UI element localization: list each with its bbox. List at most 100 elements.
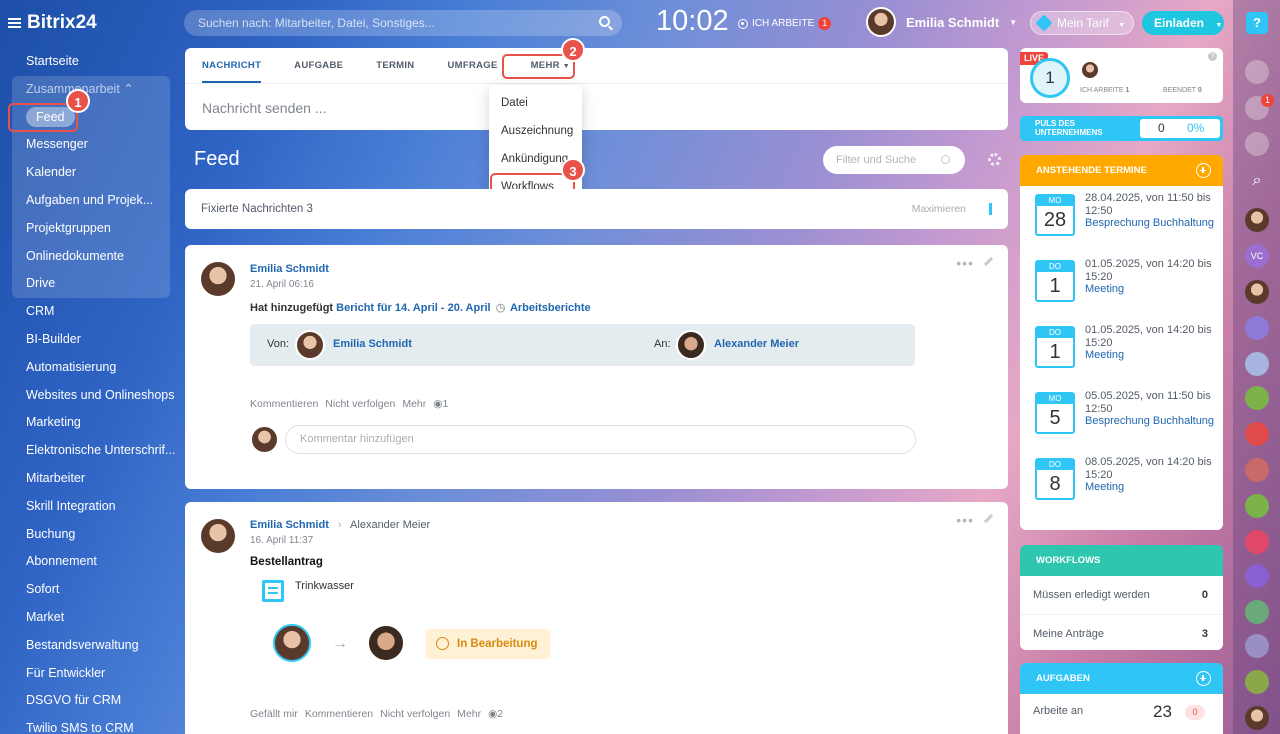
sidebar-item-sofort[interactable]: Sofort [0,576,176,604]
sidebar-item-websites[interactable]: Websites und Onlineshops [0,382,176,410]
report-link[interactable]: Bericht für 14. April - 20. April [336,302,490,314]
sidebar-item-mitarbeiter[interactable]: Mitarbeiter [0,465,176,493]
app-logo[interactable]: Bitrix24 [8,12,97,34]
avatar[interactable] [1245,280,1269,304]
sidebar-item-onlinedokumente[interactable]: Onlinedokumente [0,243,176,271]
post-date[interactable]: 21. April 06:16 [250,279,314,290]
tab-termin[interactable]: TERMIN [376,48,414,83]
lock-icon[interactable] [1245,386,1269,410]
sidebar-item-abonnement[interactable]: Abonnement [0,548,176,576]
lock-icon[interactable] [1245,422,1269,446]
help-icon[interactable]: ? [1246,12,1268,34]
sidebar-item-kalender[interactable]: Kalender [0,159,176,187]
sidebar-item-market[interactable]: Market [0,604,176,632]
contact-card-icon[interactable] [1245,530,1269,554]
event-item[interactable]: DO 1 01.05.2025, von 14:20 bis 15:20 Meeti… [1020,318,1223,384]
search-icon[interactable]: ⌕ [1245,172,1269,196]
gear-icon[interactable] [988,153,1001,166]
sidebar-item-marketing[interactable]: Marketing [0,409,176,437]
sidebar-item-aufgaben[interactable]: Aufgaben und Projek... [0,187,176,215]
comment-input[interactable]: Kommentar hinzufügen [285,425,916,454]
more-icon[interactable]: ••• [956,512,974,528]
event-title[interactable]: Besprechung Buchhaltung [1085,415,1217,428]
sidebar-item-drive[interactable]: Drive [0,270,176,298]
chat-group-icon[interactable] [1245,352,1269,376]
post-author[interactable]: Emilia Schmidt [250,263,329,275]
menu-item-datei[interactable]: Datei [489,89,582,117]
sidebar-item-bestandsverwaltung[interactable]: Bestandsverwaltung [0,632,176,660]
wf-row[interactable]: Müssen erledigt werden 0 [1020,576,1223,614]
like-link[interactable]: Gefällt mir [250,708,298,720]
message-input[interactable]: Nachricht senden ... [185,84,1008,116]
work-status[interactable]: ICH ARBEITE 1 [738,17,832,30]
sidebar-item-crm[interactable]: CRM [0,298,176,326]
sidebar-item-startseite[interactable]: Startseite [0,48,176,76]
pin-icon[interactable] [983,513,999,529]
event-title[interactable]: Meeting [1085,481,1217,494]
comment-link[interactable]: Kommentieren [305,708,373,720]
pin-icon[interactable] [983,256,999,272]
sidebar-item-twilio[interactable]: Twilio SMS to CRM [0,715,176,734]
tab-umfrage[interactable]: UMFRAGE [447,48,497,83]
post-author[interactable]: Emilia Schmidt [250,519,329,531]
lock-icon[interactable] [1245,494,1269,518]
sidebar-item-bi-builder[interactable]: BI-Builder [0,326,176,354]
event-title[interactable]: Meeting [1085,349,1217,362]
bookmark-icon[interactable] [1245,316,1269,340]
event-item[interactable]: DO 8 08.05.2025, von 14:20 bis 15:20 Meeti… [1020,450,1223,516]
target-icon[interactable] [1245,60,1269,84]
vc-avatar[interactable]: VC [1245,244,1269,268]
post-date[interactable]: 16. April 11:37 [250,535,313,546]
avatar[interactable] [1245,208,1269,232]
sidebar-item-skrill[interactable]: Skrill Integration [0,493,176,521]
sidebar-item-entwickler[interactable]: Für Entwickler [0,660,176,688]
more-link[interactable]: Mehr [457,708,481,720]
chat-icon[interactable] [1245,132,1269,156]
sidebar-item-buchung[interactable]: Buchung [0,521,176,549]
filter-input[interactable]: Filter und Suche [823,146,965,174]
user-menu[interactable]: Emilia Schmidt ▼ [866,7,1017,37]
sidebar-item-automatisierung[interactable]: Automatisierung [0,354,176,382]
search-input[interactable]: Suchen nach: Mitarbeiter, Datei, Sonstig… [184,10,622,36]
pin-icon[interactable] [989,203,992,215]
pulse-widget[interactable]: LIVE 1 ICH ARBEITE 1 BEENDET 0 ? [1020,48,1223,103]
event-item[interactable]: MO 28 28.04.2025, von 11:50 bis 12:50 Besp… [1020,186,1223,252]
unfollow-link[interactable]: Nicht verfolgen [325,398,395,410]
checkbox-icon[interactable] [1245,670,1269,694]
tab-aufgabe[interactable]: AUFGABE [294,48,343,83]
lock-icon[interactable] [1245,564,1269,588]
event-item[interactable]: DO 1 01.05.2025, von 14:20 bis 15:20 Meeti… [1020,252,1223,318]
event-item[interactable]: MO 5 05.05.2025, von 11:50 bis 12:50 Bespr… [1020,384,1223,450]
menu-item-auszeichnung[interactable]: Auszeichnung [489,117,582,145]
category-link[interactable]: Arbeitsberichte [510,302,591,314]
sidebar-item-messenger[interactable]: Messenger [0,131,176,159]
more-icon[interactable]: ••• [956,255,974,271]
avatar[interactable] [1245,706,1269,730]
pinned-messages[interactable]: Fixierte Nachrichten 3 Maximieren [185,189,1008,229]
wf-row[interactable]: Meine Anträge 3 [1020,614,1223,652]
to-name[interactable]: Alexander Meier [714,338,799,350]
more-link[interactable]: Mehr [402,398,426,410]
invite-button[interactable]: Einladen ▼ [1142,11,1224,35]
lock-icon[interactable] [1245,600,1269,624]
event-title[interactable]: Besprechung Buchhaltung [1085,217,1217,230]
sidebar-item-unterschrift[interactable]: Elektronische Unterschrif... [0,437,176,465]
sidebar-item-projektgruppen[interactable]: Projektgruppen [0,215,176,243]
add-event-icon[interactable] [1196,163,1211,178]
post-recipient[interactable]: Alexander Meier [350,519,430,531]
menu-icon[interactable] [8,18,21,28]
help-icon[interactable]: ? [1208,52,1217,61]
lock-icon[interactable] [1245,458,1269,482]
comment-link[interactable]: Kommentieren [250,398,318,410]
add-task-icon[interactable] [1196,671,1211,686]
maximize-link[interactable]: Maximieren [912,189,966,229]
tab-nachricht[interactable]: NACHRICHT [202,48,262,83]
from-name[interactable]: Emilia Schmidt [333,338,412,350]
event-title[interactable]: Meeting [1085,283,1217,296]
task-label[interactable]: Arbeite an [1033,705,1083,717]
group-icon[interactable] [1245,634,1269,658]
tarif-button[interactable]: Mein Tarif ▼ [1030,11,1134,35]
sidebar-item-dsgvo[interactable]: DSGVO für CRM [0,687,176,715]
pulse-bar[interactable]: PULS DES UNTERNEHMENS 0 0% [1020,116,1223,141]
unfollow-link[interactable]: Nicht verfolgen [380,708,450,720]
